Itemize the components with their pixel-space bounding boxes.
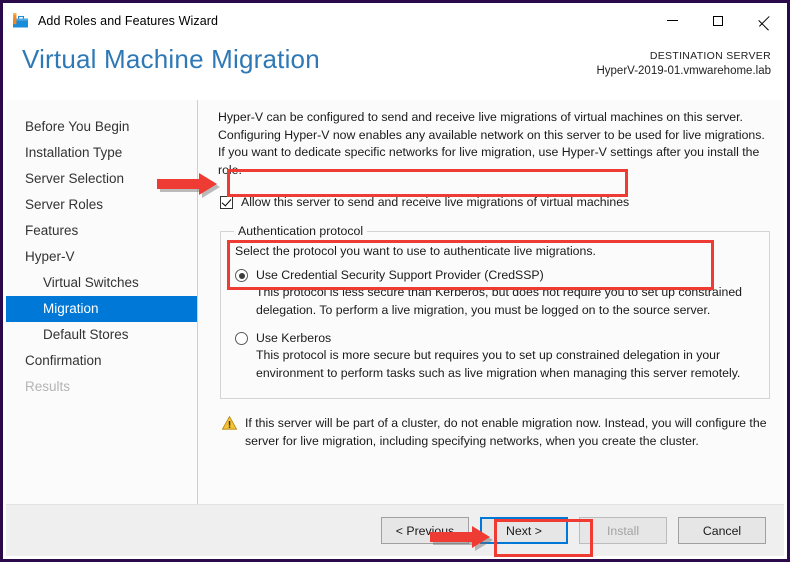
- title-bar: Add Roles and Features Wizard: [3, 3, 787, 38]
- minimize-button[interactable]: [649, 3, 695, 38]
- sidebar-item-label: Virtual Switches: [43, 275, 139, 290]
- kerberos-description: This protocol is more secure but require…: [256, 348, 741, 380]
- authentication-protocol-legend: Authentication protocol: [238, 224, 364, 238]
- intro-paragraph: Hyper-V can be configured to send and re…: [218, 110, 765, 177]
- sidebar-item-virtual-switches[interactable]: Virtual Switches: [6, 270, 197, 296]
- sidebar-item-label: Migration: [43, 301, 99, 316]
- kerberos-radio[interactable]: [235, 332, 248, 345]
- sidebar-item-migration[interactable]: Migration: [6, 296, 197, 322]
- wizard-body: Before You Begin Installation Type Serve…: [6, 100, 784, 507]
- previous-button-label: < Previous: [395, 523, 455, 538]
- sidebar-item-before-you-begin[interactable]: Before You Begin: [6, 114, 197, 140]
- maximize-icon: [713, 15, 723, 26]
- sidebar-item-installation-type[interactable]: Installation Type: [6, 140, 197, 166]
- allow-migration-label: Allow this server to send and receive li…: [241, 195, 630, 209]
- next-button[interactable]: Next >: [480, 517, 568, 544]
- maximize-button[interactable]: [695, 3, 741, 38]
- sidebar-item-label: Server Selection: [25, 171, 125, 186]
- cancel-button[interactable]: Cancel: [678, 517, 766, 544]
- credssp-title: Use Credential Security Support Provider…: [256, 268, 544, 282]
- sidebar-item-label: Default Stores: [43, 327, 129, 342]
- credssp-description: This protocol is less secure than Kerber…: [256, 285, 742, 317]
- previous-button[interactable]: < Previous: [381, 517, 469, 544]
- minimize-icon: [666, 20, 678, 21]
- sidebar-item-server-selection[interactable]: Server Selection: [6, 166, 197, 192]
- install-button-label: Install: [606, 523, 640, 538]
- wizard-footer: < Previous Next > Install Cancel: [6, 504, 784, 556]
- sidebar-item-server-roles[interactable]: Server Roles: [6, 192, 197, 218]
- window-title: Add Roles and Features Wizard: [38, 13, 219, 28]
- cluster-warning-text: If this server will be part of a cluster…: [245, 416, 767, 448]
- sidebar-item-features[interactable]: Features: [6, 218, 197, 244]
- sidebar-item-results: Results: [6, 374, 197, 400]
- sidebar-item-label: Server Roles: [25, 197, 104, 212]
- sidebar-item-default-stores[interactable]: Default Stores: [6, 322, 197, 348]
- close-icon: [759, 15, 770, 26]
- allow-migration-checkbox[interactable]: [220, 195, 233, 209]
- credssp-option[interactable]: Use Credential Security Support Provider…: [235, 267, 759, 319]
- close-button[interactable]: [741, 3, 787, 38]
- sidebar-item-confirmation[interactable]: Confirmation: [6, 348, 197, 374]
- sidebar-item-label: Hyper-V: [25, 249, 75, 264]
- sidebar-item-label: Confirmation: [25, 353, 102, 368]
- authentication-instruction: Select the protocol you want to use to a…: [235, 244, 596, 258]
- sidebar-item-label: Before You Begin: [25, 119, 130, 134]
- kerberos-option[interactable]: Use Kerberos This protocol is more secur…: [235, 330, 759, 382]
- destination-server-block: DESTINATION SERVER HyperV-2019-01.vmware…: [596, 49, 771, 79]
- toolbox-icon: [13, 12, 28, 27]
- sidebar-item-hyper-v[interactable]: Hyper-V: [6, 244, 197, 270]
- destination-server-label: DESTINATION SERVER: [649, 50, 771, 62]
- kerberos-title: Use Kerberos: [256, 331, 332, 345]
- sidebar-item-label: Results: [25, 379, 71, 394]
- authentication-protocol-group: Authentication protocol Select the proto…: [220, 224, 770, 399]
- cancel-button-label: Cancel: [702, 523, 742, 538]
- sidebar-item-label: Features: [25, 223, 79, 238]
- cluster-warning: If this server will be part of a cluster…: [222, 415, 768, 450]
- install-button: Install: [579, 517, 667, 544]
- window-controls: [649, 3, 787, 38]
- next-button-label: Next >: [506, 523, 542, 538]
- destination-server-name: HyperV-2019-01.vmwarehome.lab: [596, 65, 771, 77]
- add-roles-wizard-window: Add Roles and Features Wizard Virtual Ma…: [0, 0, 790, 562]
- page-title: Virtual Machine Migration: [22, 44, 320, 74]
- credssp-radio[interactable]: [235, 269, 248, 282]
- allow-migration-checkbox-row[interactable]: Allow this server to send and receive li…: [220, 191, 770, 213]
- warning-triangle-icon: [222, 416, 237, 430]
- sidebar-item-label: Installation Type: [25, 145, 123, 160]
- wizard-step-nav: Before You Begin Installation Type Serve…: [6, 100, 198, 507]
- wizard-content: Hyper-V can be configured to send and re…: [198, 100, 784, 507]
- wizard-header: Virtual Machine Migration DESTINATION SE…: [3, 38, 787, 100]
